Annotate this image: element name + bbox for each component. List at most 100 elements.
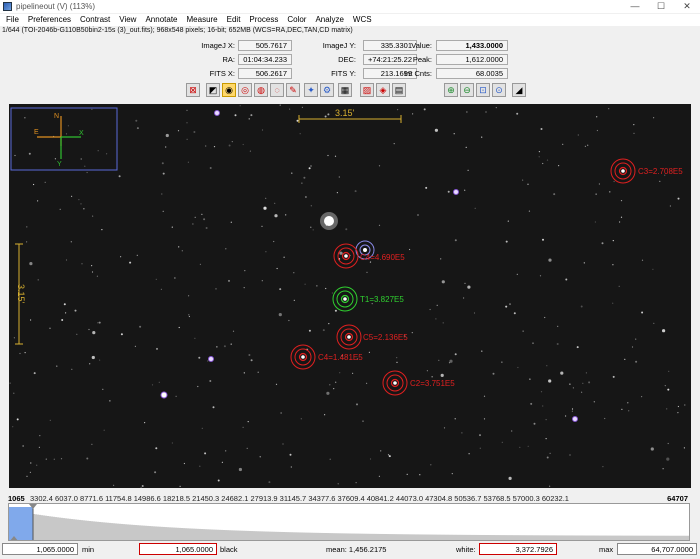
background-star (217, 479, 220, 482)
background-star (293, 272, 295, 274)
histogram-bar (515, 535, 517, 540)
aperture-label: C4=4.690E5 (360, 253, 405, 262)
histogram-bar (437, 534, 439, 540)
maximize-button[interactable]: ☐ (648, 0, 674, 13)
background-star (334, 309, 337, 312)
background-star (129, 261, 132, 264)
align-icon[interactable]: ▤ (392, 83, 406, 97)
stack-icon[interactable]: ◈ (376, 83, 390, 97)
histogram-bar (611, 535, 613, 540)
astrometry-icon[interactable]: ✦ (304, 83, 318, 97)
histogram-bar (35, 514, 37, 540)
background-star (378, 224, 381, 226)
background-star (619, 221, 621, 223)
negative-display-icon[interactable]: ◩ (206, 83, 220, 97)
zoom-out-icon[interactable]: ⊖ (460, 83, 474, 97)
background-star (483, 418, 486, 420)
background-star (549, 452, 551, 454)
background-star (44, 181, 46, 183)
histogram-bar (207, 529, 209, 540)
histogram-bar (521, 535, 523, 540)
background-star (355, 482, 357, 484)
aperture-c4-upper[interactable]: C4=4.690E5 (333, 240, 405, 269)
peak-value: 1,612.0000 (436, 54, 508, 65)
background-star (684, 404, 686, 406)
measure-icon[interactable]: ✎ (286, 83, 300, 97)
histogram-bar (271, 531, 273, 540)
background-star (542, 405, 544, 407)
menu-analyze[interactable]: Analyze (315, 14, 343, 26)
background-star (664, 385, 666, 387)
aperture-c2[interactable]: C2=3.751E5 (382, 370, 455, 396)
menu-process[interactable]: Process (249, 14, 278, 26)
contrast-icon[interactable]: ◢ (512, 83, 526, 97)
background-star (322, 329, 325, 332)
min-value-field[interactable]: 1,065.0000 (2, 543, 78, 555)
histogram-bar (289, 532, 291, 540)
background-star (109, 400, 111, 402)
histogram-bar (113, 523, 115, 540)
background-star (435, 318, 437, 320)
background-star (641, 311, 644, 314)
background-star (289, 453, 292, 456)
background-star (562, 143, 564, 145)
clear-overlay-icon[interactable]: ⊠ (186, 83, 200, 97)
header-icon[interactable]: ▦ (338, 83, 352, 97)
menu-preferences[interactable]: Preferences (28, 14, 71, 26)
multi-aperture-icon[interactable]: ◎ (238, 83, 252, 97)
delete-icon[interactable]: ▨ (360, 83, 374, 97)
white-level-field[interactable]: 3,372.7926 (479, 543, 557, 555)
background-star (205, 227, 208, 229)
histogram-bar (381, 533, 383, 540)
menu-wcs[interactable]: WCS (353, 14, 372, 26)
aperture-t1[interactable]: T1=3.827E5 (332, 286, 404, 312)
aperture-icon[interactable]: ◉ (222, 83, 236, 97)
histogram-bar (47, 516, 49, 540)
background-star (324, 414, 326, 416)
background-star (380, 450, 382, 452)
histogram-bar (593, 535, 595, 540)
background-star (366, 271, 368, 273)
menu-contrast[interactable]: Contrast (80, 14, 110, 26)
background-star (618, 285, 620, 287)
histogram-bar (503, 535, 505, 540)
histogram-bar (487, 535, 489, 540)
aperture-c5[interactable]: C5=2.136E5 (336, 324, 408, 350)
zoom-in-icon[interactable]: ⊕ (444, 83, 458, 97)
seeing-profile-icon[interactable]: ◌ (270, 83, 284, 97)
histogram-bar (645, 535, 647, 540)
radial-profile-icon[interactable]: ◍ (254, 83, 268, 97)
menu-color[interactable]: Color (287, 14, 306, 26)
histogram-bar (355, 533, 357, 540)
aperture-c3[interactable]: C3=2.708E5 (610, 158, 683, 184)
black-level-field[interactable]: 1,065.0000 (139, 543, 217, 555)
aperture-label: C3=2.708E5 (638, 167, 683, 176)
menu-measure[interactable]: Measure (187, 14, 218, 26)
menu-annotate[interactable]: Annotate (145, 14, 177, 26)
close-button[interactable]: ✕ (674, 0, 700, 13)
histogram-bar (371, 533, 373, 540)
histogram-bar (603, 535, 605, 540)
zoom-100-icon[interactable]: ⊙ (492, 83, 506, 97)
menu-edit[interactable]: Edit (227, 14, 241, 26)
background-star (221, 461, 223, 463)
histogram-bar (467, 534, 469, 540)
background-star (530, 402, 533, 405)
background-star (667, 388, 670, 391)
background-star (29, 471, 31, 473)
menu-file[interactable]: File (6, 14, 19, 26)
histogram-bar (159, 526, 161, 540)
histogram[interactable] (8, 503, 690, 541)
max-value-field[interactable]: 64,707.0000 (617, 543, 697, 555)
background-star (669, 205, 672, 207)
image-canvas[interactable]: N E X Y 3.15' 3.15' C3=2.708E5 C4=4.690E… (9, 104, 691, 488)
menu-view[interactable]: View (119, 14, 136, 26)
zoom-fit-icon[interactable]: ⊡ (476, 83, 490, 97)
histogram-bar (153, 526, 155, 540)
minimize-button[interactable]: — (622, 0, 648, 13)
histogram-bar (57, 517, 59, 540)
settings-icon[interactable]: ⚙ (320, 83, 334, 97)
histogram-bar (543, 535, 545, 540)
background-star (440, 258, 442, 260)
histogram-bar (189, 528, 191, 540)
